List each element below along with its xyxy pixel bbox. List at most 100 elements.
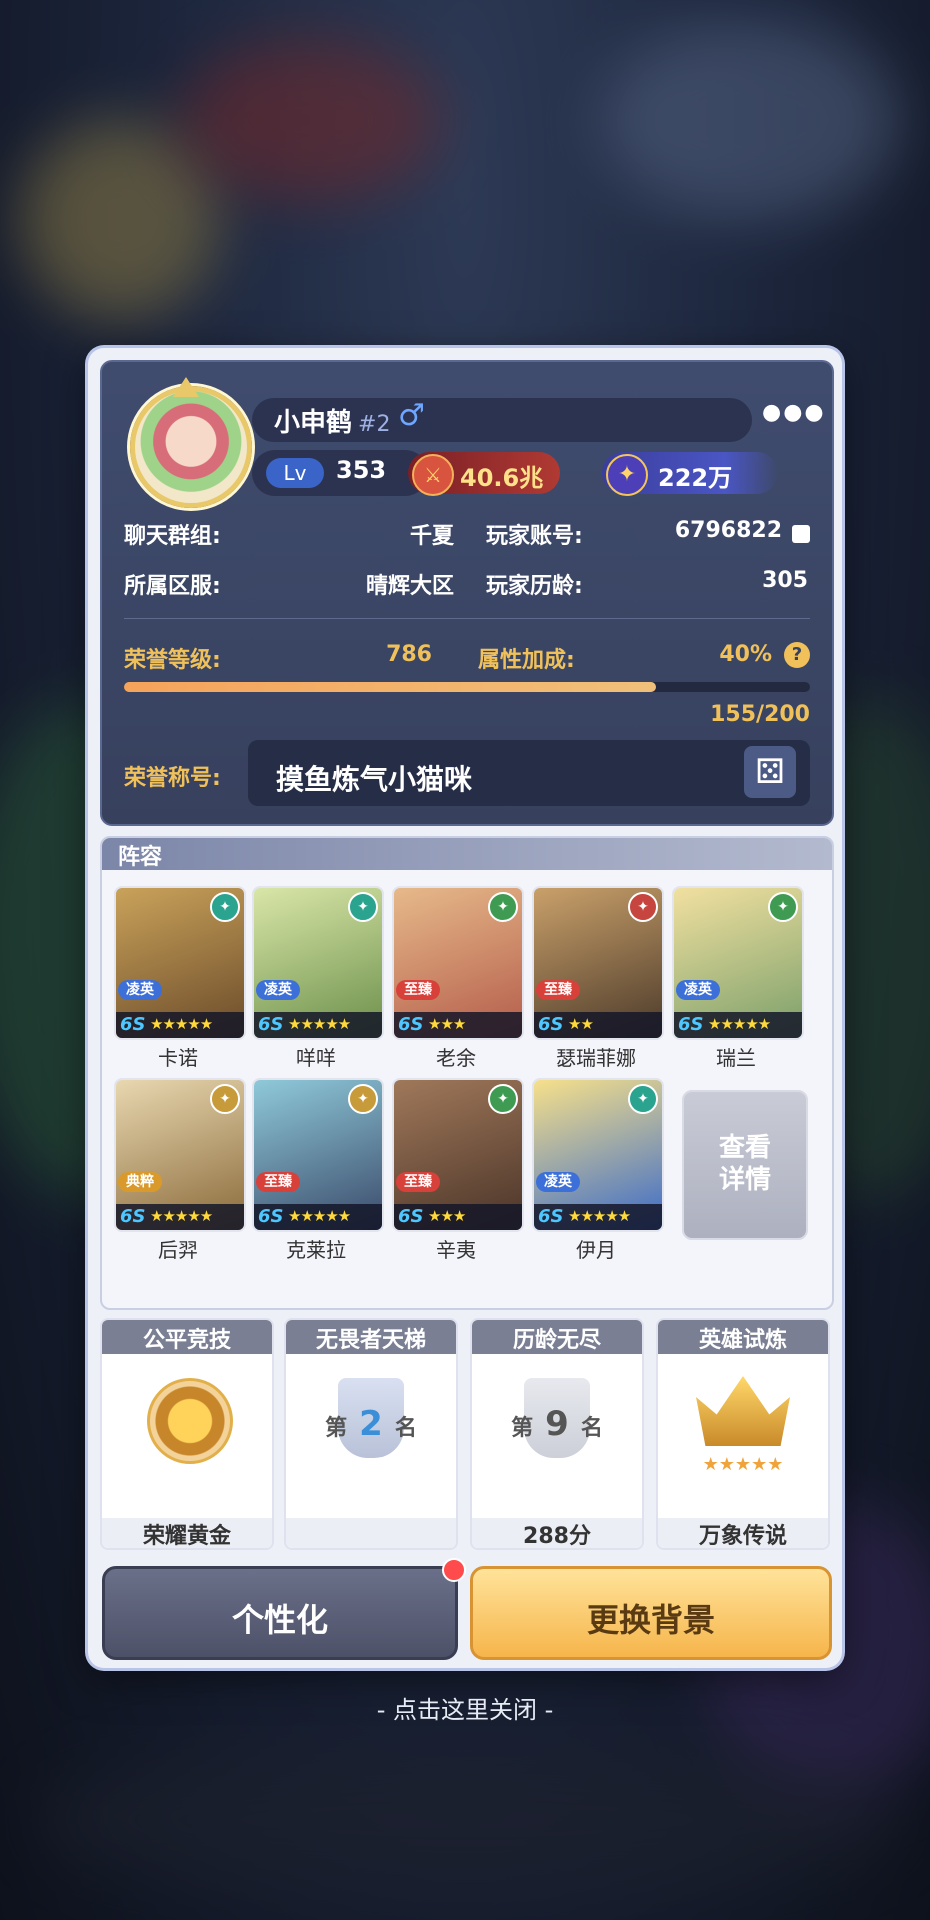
profile-card: 小申鹤 #2 ♂ ●●● Lv 353 ⚔ 40.6兆 ✦ 222万 聊天群组: … xyxy=(100,360,834,826)
divider xyxy=(124,618,810,619)
rank-display: 第2名 xyxy=(325,1404,417,1444)
mode-footer xyxy=(286,1518,456,1548)
hero-card[interactable]: ✦ 凌英 6S ★★★★★ 卡诺 xyxy=(114,886,246,1070)
account-age-value: 305 xyxy=(762,568,808,593)
player-name: 小申鹤 #2 xyxy=(274,408,391,438)
rarity-tag: 至臻 xyxy=(256,1172,300,1192)
grade-label: 6S xyxy=(538,1014,564,1035)
element-icon: ✦ xyxy=(348,1084,378,1114)
hero-card[interactable]: ✦ 至臻 6S ★★ 瑟瑞菲娜 xyxy=(532,886,664,1070)
hero-portrait: ✦ 凌英 6S ★★★★★ xyxy=(672,886,804,1040)
attribute-bonus-label: 属性加成: xyxy=(478,648,575,673)
server-label: 所属区服: xyxy=(124,574,221,599)
hero-card[interactable]: ✦ 凌英 6S ★★★★★ 咩咩 xyxy=(252,886,384,1070)
crown-icon xyxy=(696,1376,790,1446)
star-rating: ★★★ xyxy=(428,1015,466,1033)
view-details-button[interactable]: 查看 详情 xyxy=(682,1090,808,1240)
hero-card[interactable]: ✦ 凌英 6S ★★★★★ 伊月 xyxy=(532,1078,664,1262)
male-gender-icon: ♂ xyxy=(398,398,425,433)
mode-card[interactable]: 英雄试炼 ★★★★★ 万象传说 xyxy=(656,1318,830,1550)
sword-icon: ⚔ xyxy=(412,454,454,496)
element-icon: ✦ xyxy=(210,1084,240,1114)
star-rating: ★★★★★ xyxy=(702,1454,784,1475)
copy-icon[interactable] xyxy=(792,525,810,543)
grade-label: 6S xyxy=(538,1206,564,1227)
hero-portrait: ✦ 至臻 6S ★★★ xyxy=(392,886,524,1040)
grade-label: 6S xyxy=(120,1014,146,1035)
gold-rank-icon xyxy=(147,1378,233,1464)
honor-level-value: 786 xyxy=(386,642,432,667)
hero-portrait: ✦ 凌英 6S ★★★★★ xyxy=(532,1078,664,1232)
player-avatar[interactable] xyxy=(130,386,252,508)
hero-portrait: ✦ 凌英 6S ★★★★★ xyxy=(252,886,384,1040)
hero-card[interactable]: ✦ 至臻 6S ★★★ 老余 xyxy=(392,886,524,1070)
more-options-icon[interactable]: ●●● xyxy=(762,400,826,425)
star-rating: ★★★★★ xyxy=(708,1015,771,1033)
hero-portrait: ✦ 至臻 6S ★★★ xyxy=(392,1078,524,1232)
change-background-button[interactable]: 更换背景 xyxy=(470,1566,832,1660)
chat-group-label: 聊天群组: xyxy=(124,524,221,549)
hero-card[interactable]: ✦ 典粹 6S ★★★★★ 后羿 xyxy=(114,1078,246,1262)
star-rating: ★★★ xyxy=(428,1207,466,1225)
rarity-tag: 凌英 xyxy=(256,980,300,1000)
attribute-bonus-value: 40% xyxy=(719,642,772,667)
mode-card[interactable]: 历龄无尽 第9名 288分 xyxy=(470,1318,644,1550)
mode-title: 无畏者天梯 xyxy=(315,1328,426,1353)
level-value: 353 xyxy=(336,456,387,484)
player-number: #2 xyxy=(358,412,391,437)
rarity-tag: 至臻 xyxy=(396,980,440,1000)
rank-display: 第9名 xyxy=(511,1404,603,1444)
personalize-button[interactable]: 个性化 xyxy=(102,1566,458,1660)
element-icon: ✦ xyxy=(768,892,798,922)
element-icon: ✦ xyxy=(628,1084,658,1114)
mode-value: 荣耀黄金 xyxy=(142,1524,231,1549)
honor-level-label: 荣誉等级: xyxy=(124,648,221,673)
hero-portrait: ✦ 典粹 6S ★★★★★ xyxy=(114,1078,246,1232)
rarity-tag: 凌英 xyxy=(118,980,162,1000)
gem-value: 222万 xyxy=(658,464,733,492)
chat-group-value: 千夏 xyxy=(409,524,454,549)
combat-power-value: 40.6兆 xyxy=(460,464,544,492)
mode-card[interactable]: 无畏者天梯 第2名 xyxy=(284,1318,458,1550)
hero-card[interactable]: ✦ 至臻 6S ★★★ 辛夷 xyxy=(392,1078,524,1262)
level-badge: Lv xyxy=(266,458,324,488)
change-background-label: 更换背景 xyxy=(586,1601,715,1639)
dice-icon[interactable]: ⚄ xyxy=(744,746,796,798)
honor-progress-bar xyxy=(124,682,810,692)
player-profile-panel: 小申鹤 #2 ♂ ●●● Lv 353 ⚔ 40.6兆 ✦ 222万 聊天群组: … xyxy=(88,348,842,1668)
mode-title: 公平竞技 xyxy=(142,1328,231,1353)
element-icon: ✦ xyxy=(628,892,658,922)
notification-dot xyxy=(442,1558,466,1582)
rarity-tag: 至臻 xyxy=(536,980,580,1000)
star-gem-icon: ✦ xyxy=(606,454,648,496)
server-value: 晴辉大区 xyxy=(365,574,454,599)
star-rating: ★★★★★ xyxy=(288,1015,351,1033)
grade-label: 6S xyxy=(120,1206,146,1227)
hero-card[interactable]: ✦ 至臻 6S ★★★★★ 克莱拉 xyxy=(252,1078,384,1262)
help-icon[interactable]: ? xyxy=(784,642,810,668)
rarity-tag: 凌英 xyxy=(676,980,720,1000)
star-rating: ★★★★★ xyxy=(288,1207,351,1225)
mode-card[interactable]: 公平竞技 荣耀黄金 xyxy=(100,1318,274,1550)
lineup-title: 阵容 xyxy=(118,845,163,870)
rarity-tag: 凌英 xyxy=(536,1172,580,1192)
rank-number: 2 xyxy=(359,1404,383,1444)
hero-name: 老余 xyxy=(436,1046,476,1070)
hero-name: 卡诺 xyxy=(158,1046,198,1070)
rank-number: 9 xyxy=(545,1404,569,1444)
close-hint[interactable]: - 点击这里关闭 - xyxy=(0,1690,930,1725)
account-age-label: 玩家历龄: xyxy=(486,574,583,599)
grade-label: 6S xyxy=(398,1206,424,1227)
hero-card[interactable]: ✦ 凌英 6S ★★★★★ 瑞兰 xyxy=(672,886,804,1070)
star-rating: ★★★★★ xyxy=(150,1207,213,1225)
hero-name: 克莱拉 xyxy=(286,1238,346,1262)
rarity-tag: 至臻 xyxy=(396,1172,440,1192)
element-icon: ✦ xyxy=(488,892,518,922)
hero-name: 辛夷 xyxy=(436,1238,476,1262)
mode-value: 288分 xyxy=(523,1524,591,1549)
hero-name: 后羿 xyxy=(158,1238,198,1262)
honor-progress-text: 155/200 xyxy=(710,702,810,727)
star-rating: ★★ xyxy=(568,1015,594,1033)
star-rating: ★★★★★ xyxy=(150,1015,213,1033)
view-details-label: 查看 详情 xyxy=(718,1133,771,1195)
